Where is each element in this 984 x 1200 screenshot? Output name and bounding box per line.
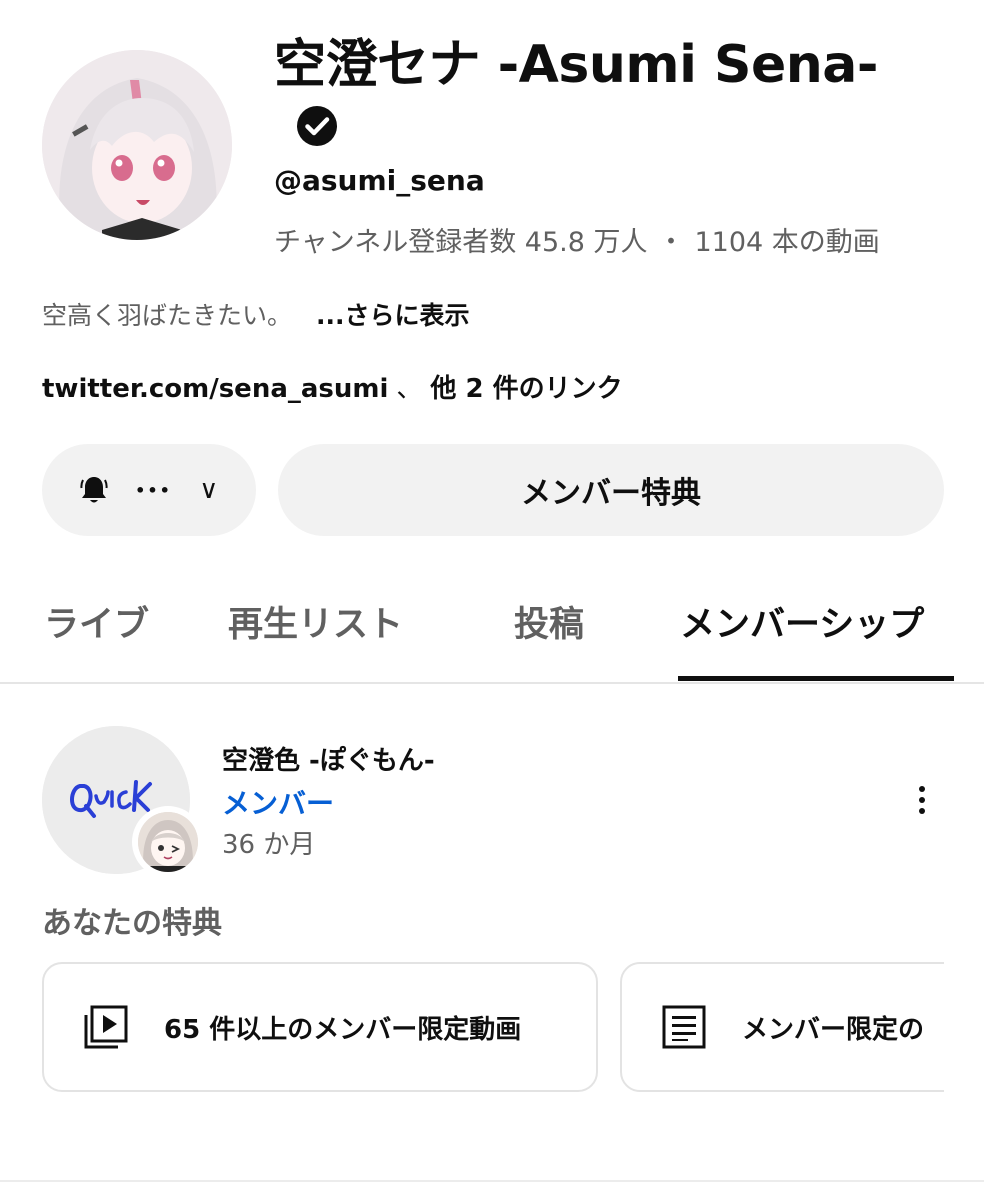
link-separator: 、 (396, 374, 423, 404)
kebab-dot (919, 786, 925, 792)
perks-carousel[interactable]: 65 件以上のメンバー限定動画 メンバー限定の (42, 962, 944, 1094)
channel-handle: @asumi_sena (274, 164, 485, 197)
show-more-link[interactable]: ...さらに表示 (316, 301, 470, 330)
channel-name: 空澄セナ -Asumi Sena- (274, 35, 878, 95)
more-links-text[interactable]: 他 2 件のリンク (430, 374, 622, 404)
membership-level[interactable]: メンバー (222, 782, 334, 822)
video-count: 1104 本の動画 (694, 227, 880, 258)
perk-label: 65 件以上のメンバー限定動画 (164, 1014, 522, 1045)
bell-icon (80, 475, 108, 505)
perk-card-videos[interactable]: 65 件以上のメンバー限定動画 (42, 962, 598, 1092)
video-library-icon (82, 1003, 130, 1051)
channel-page: 空澄セナ -Asumi Sena- @asumi_sena チャンネル登録者数 … (0, 0, 984, 1200)
verified-check-icon (297, 106, 337, 146)
member-perks-button[interactable]: メンバー特典 (278, 444, 944, 536)
subscription-button[interactable]: ••• ∨ (42, 444, 256, 536)
more-dots-icon: ••• (135, 480, 172, 500)
twitter-link[interactable]: twitter.com/sena_asumi (42, 374, 388, 404)
tab-playlists[interactable]: 再生リスト (228, 596, 403, 647)
member-badge-image (138, 812, 198, 872)
channel-description[interactable]: 空高く羽ばたきたい。 ...さらに表示 (42, 296, 470, 332)
more-options-button[interactable] (906, 782, 938, 818)
perk-card-posts[interactable]: メンバー限定の (620, 962, 944, 1092)
channel-tabs: ライブ 再生リスト 投稿 メンバーシップ (0, 580, 984, 684)
divider (0, 1180, 984, 1182)
tab-posts[interactable]: 投稿 (514, 596, 584, 647)
kebab-dot (919, 808, 925, 814)
channel-stats: チャンネル登録者数 45.8 万人・ 1104 本の動画 (274, 220, 880, 259)
description-text: 空高く羽ばたきたい。 (42, 301, 293, 330)
tab-live[interactable]: ライブ (44, 596, 149, 647)
channel-avatar-image (42, 50, 232, 240)
tab-membership[interactable]: メンバーシップ (680, 596, 924, 647)
membership-title: 空澄色 -ぽぐもん- (222, 746, 435, 776)
perk-label: メンバー限定の (742, 1014, 925, 1045)
active-tab-indicator (678, 676, 954, 681)
membership-duration: 36 か月 (222, 830, 316, 860)
channel-avatar[interactable] (42, 50, 232, 240)
chevron-down-icon: ∨ (199, 475, 219, 505)
stats-separator: ・ (657, 227, 685, 258)
member-badge (132, 806, 204, 878)
article-icon (660, 1003, 708, 1051)
perks-heading: あなたの特典 (42, 906, 222, 941)
channel-links[interactable]: twitter.com/sena_asumi 、他 2 件のリンク (42, 368, 623, 405)
subscriber-count: チャンネル登録者数 45.8 万人 (274, 227, 648, 258)
kebab-dot (919, 797, 925, 803)
